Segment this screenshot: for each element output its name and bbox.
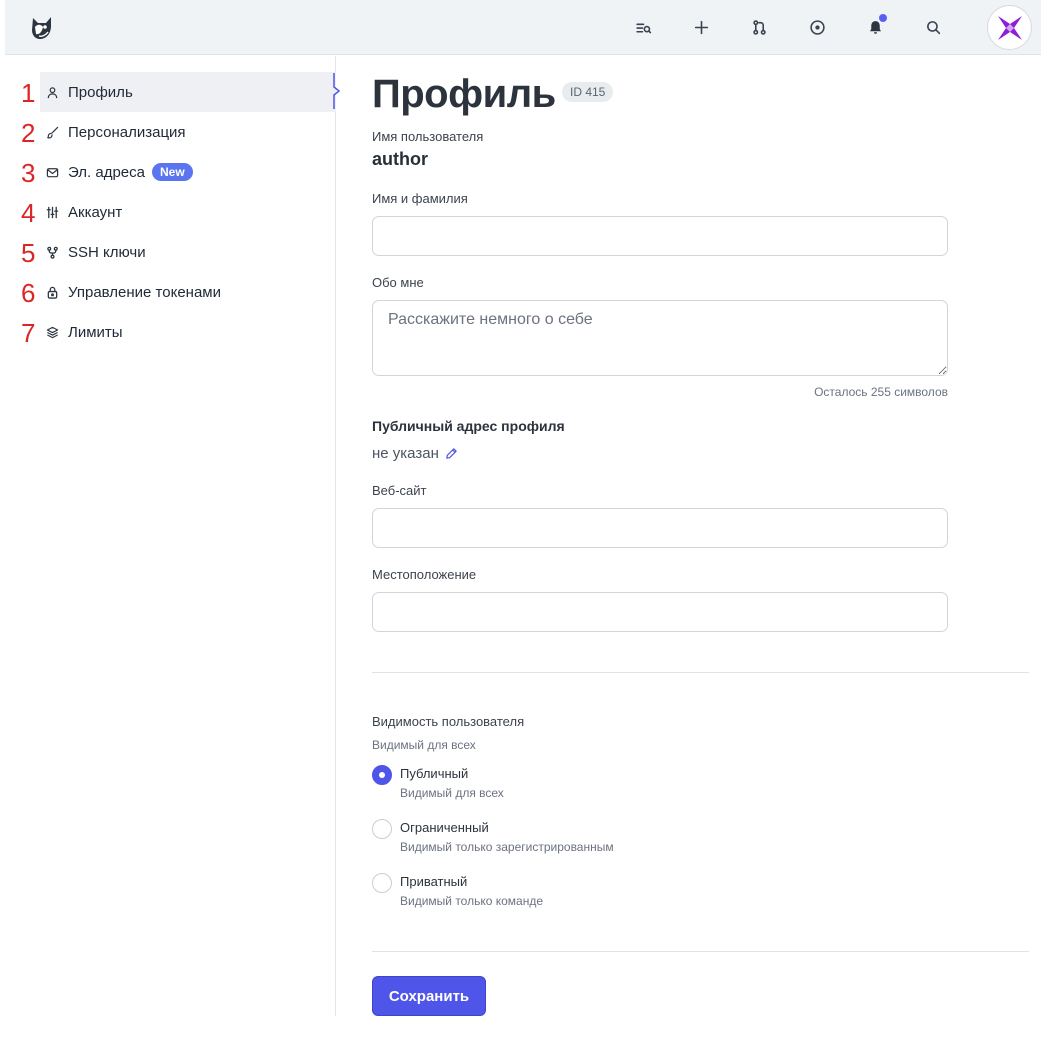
radio-label: Приватный — [400, 874, 468, 889]
active-item-marker — [333, 73, 341, 109]
new-badge: New — [152, 163, 193, 181]
public-address-heading: Публичный адрес профиля — [372, 418, 565, 434]
radio-button[interactable] — [372, 873, 392, 893]
visibility-option-public[interactable]: Публичный Видимый для всех — [372, 765, 504, 800]
user-icon — [44, 84, 60, 100]
annotation-number: 2 — [21, 118, 36, 148]
annotation-number: 6 — [21, 278, 36, 308]
issue-circle-icon[interactable] — [804, 14, 830, 40]
sidebar-item-limits[interactable]: Лимиты — [40, 312, 336, 352]
radio-description: Видимый только команде — [400, 894, 544, 908]
mail-icon — [44, 164, 60, 180]
fullname-label: Имя и фамилия — [372, 191, 468, 206]
section-divider — [372, 951, 1029, 952]
location-input[interactable] — [372, 592, 948, 632]
radio-button[interactable] — [372, 765, 392, 785]
brush-icon — [44, 124, 60, 140]
sidebar-item-emails[interactable]: Эл. адреса New — [40, 152, 336, 192]
fork-icon — [44, 244, 60, 260]
top-navbar — [5, 0, 1041, 55]
sidebar-item-personalization[interactable]: Персонализация — [40, 112, 336, 152]
public-address-value: не указан — [372, 445, 439, 462]
lock-icon — [44, 284, 60, 300]
user-id-badge: ID 415 — [562, 82, 614, 102]
annotation-number: 7 — [21, 318, 36, 348]
sidebar-item-label: Персонализация — [68, 123, 186, 141]
location-label: Местоположение — [372, 567, 477, 582]
radio-description: Видимый для всех — [400, 786, 504, 800]
visibility-label: Видимость пользователя — [372, 714, 525, 729]
section-divider — [372, 672, 1029, 673]
username-label: Имя пользователя — [372, 129, 484, 144]
chars-remaining: Осталось 255 символов — [814, 385, 948, 399]
website-input[interactable] — [372, 508, 948, 548]
radio-description: Видимый только зарегистрированным — [400, 840, 614, 854]
sidebar-item-label: SSH ключи — [68, 243, 146, 261]
search-icon[interactable] — [920, 14, 946, 40]
radio-button[interactable] — [372, 819, 392, 839]
save-button[interactable]: Сохранить — [372, 976, 486, 1016]
sidebar-item-label: Эл. адреса — [68, 163, 145, 181]
plus-icon[interactable] — [688, 14, 714, 40]
sliders-icon — [44, 204, 60, 220]
bell-icon[interactable] — [862, 14, 888, 40]
sidebar-item-label: Лимиты — [68, 323, 123, 341]
sidebar-item-profile[interactable]: Профиль — [40, 72, 336, 112]
website-label: Веб-сайт — [372, 483, 427, 498]
radio-label: Публичный — [400, 766, 469, 781]
fox-logo-icon[interactable] — [25, 10, 59, 44]
search-list-icon[interactable] — [630, 14, 656, 40]
public-address-edit[interactable]: не указан — [372, 445, 458, 462]
pencil-icon — [446, 448, 457, 459]
avatar[interactable] — [987, 5, 1032, 50]
about-label: Обо мне — [372, 275, 424, 290]
page-title: Профиль — [372, 72, 556, 116]
about-textarea[interactable] — [372, 300, 948, 376]
pull-request-icon[interactable] — [746, 14, 772, 40]
sidebar-item-label: Аккаунт — [68, 203, 123, 221]
sidebar-item-ssh-keys[interactable]: SSH ключи — [40, 232, 336, 272]
username-value: author — [372, 149, 428, 169]
annotation-number: 5 — [21, 238, 36, 268]
fullname-input[interactable] — [372, 216, 948, 256]
annotation-number: 1 — [21, 78, 36, 108]
annotation-number: 4 — [21, 198, 36, 228]
visibility-option-private[interactable]: Приватный Видимый только команде — [372, 873, 543, 908]
annotation-number: 3 — [21, 158, 36, 188]
visibility-current: Видимый для всех — [372, 738, 476, 752]
layers-icon — [44, 324, 60, 340]
notification-dot — [879, 14, 887, 22]
sidebar-item-account[interactable]: Аккаунт — [40, 192, 336, 232]
purple-star-avatar-icon — [997, 15, 1022, 40]
radio-label: Ограниченный — [400, 820, 489, 835]
sidebar-item-label: Управление токенами — [68, 283, 221, 301]
visibility-option-limited[interactable]: Ограниченный Видимый только зарегистриро… — [372, 819, 614, 854]
sidebar-item-label: Профиль — [68, 83, 133, 101]
sidebar-item-tokens[interactable]: Управление токенами — [40, 272, 336, 312]
